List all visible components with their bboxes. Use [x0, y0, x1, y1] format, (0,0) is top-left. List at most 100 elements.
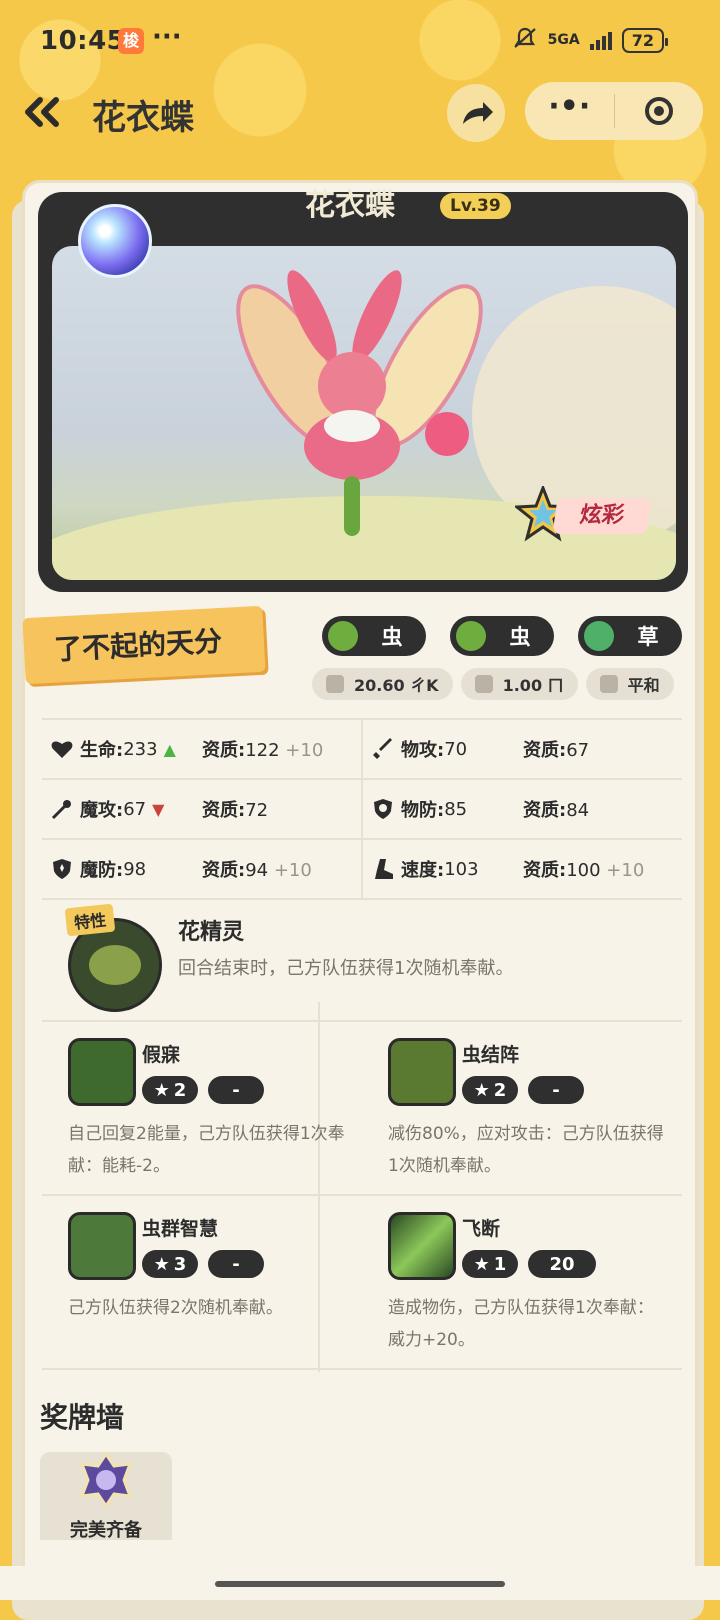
aptitude: 资质:94 +10	[202, 860, 312, 881]
sword-icon	[371, 737, 395, 761]
type-list: 虫 虫 草	[322, 616, 682, 656]
stat-value: 98	[123, 858, 147, 880]
stat-value: 103	[444, 858, 479, 880]
decrease-arrow-icon: ▼	[152, 799, 165, 819]
stat-value: 233	[123, 738, 158, 760]
stat-name: 魔防:	[80, 860, 124, 881]
home-indicator[interactable]	[215, 1581, 505, 1587]
page-title: 花衣蝶	[92, 98, 194, 138]
star-icon: ★	[473, 1253, 490, 1275]
network-label: 5GA	[547, 32, 580, 48]
stat-row: 魔攻: 67 ▼ 资质:72 物防: 85 资质:84	[42, 778, 682, 838]
back-button[interactable]	[20, 92, 70, 132]
medal-badge-icon	[79, 1452, 133, 1508]
weight-value: 20.60 ㄔK	[354, 676, 439, 695]
star-icon: ★	[153, 1079, 170, 1101]
stat-physical-defense: 物防: 85 资质:84	[363, 780, 682, 838]
stat-name: 速度:	[401, 860, 445, 881]
swarm-wisdom-skill-icon	[68, 1212, 136, 1280]
stat-hp: 生命: 233 ▲ 资质:122 +10	[42, 720, 363, 778]
status-bar: 10:45 梭 ··· 5GA 72	[0, 0, 720, 80]
slash-skill-icon	[388, 1212, 456, 1280]
boot-icon	[371, 857, 395, 881]
aptitude-bonus: +10	[273, 860, 312, 881]
status-time: 10:45	[40, 26, 126, 56]
ruler-icon	[474, 675, 493, 693]
heart-icon	[50, 737, 74, 761]
skill-power: -	[208, 1250, 264, 1278]
stat-physical-attack: 物攻: 70 资质:67	[363, 720, 682, 778]
target-icon	[644, 97, 673, 125]
share-button[interactable]	[447, 84, 505, 142]
medal-wall-title: 奖牌墙	[40, 1401, 125, 1434]
stat-name: 物防:	[401, 800, 445, 821]
aptitude: 资质:100 +10	[523, 860, 645, 881]
star-icon: ★	[473, 1079, 490, 1101]
signal-icon	[589, 30, 612, 50]
skill-card[interactable]: 飞断 ★ 1 20 造成物伤，己方队伍获得1次奉献：威力+20。	[362, 1196, 682, 1368]
skill-cost: ★ 2	[462, 1076, 518, 1104]
nature-value: 平和	[627, 676, 660, 695]
increase-arrow-icon: ▲	[163, 739, 176, 759]
stats-table: 生命: 233 ▲ 资质:122 +10 物攻: 70 资质:67 魔攻: 67 ▼ …	[42, 718, 682, 900]
stat-value: 67	[123, 798, 147, 820]
talent-banner: 了不起的天分	[22, 605, 266, 685]
stat-name: 生命:	[80, 740, 124, 761]
stat-speed: 速度: 103 资质:100 +10	[363, 840, 682, 898]
type-badge-grass: 草	[578, 616, 682, 656]
medal-card[interactable]: 完美齐备	[40, 1452, 172, 1540]
more-menu-button[interactable]: ·•·	[525, 82, 614, 140]
skill-power: -	[208, 1076, 264, 1104]
stat-magic-defense: 魔防: 98 资质:94 +10	[42, 840, 363, 898]
type-label: 虫	[381, 625, 403, 649]
skill-description: 造成物伤，己方队伍获得1次奉献：威力+20。	[388, 1298, 654, 1350]
skill-power: 20	[528, 1250, 596, 1278]
aptitude: 资质:72	[202, 800, 269, 821]
skill-name: 虫群智慧	[142, 1218, 219, 1240]
skill-stats: ★ 1 20	[462, 1250, 596, 1278]
star-icon	[599, 675, 618, 693]
skill-card[interactable]: 虫群智慧 ★ 3 - 己方队伍获得2次随机奉献。	[42, 1196, 362, 1368]
type-label: 虫	[509, 625, 531, 649]
skill-description: 自己回复2能量，己方队伍获得1次奉献：能耗-2。	[68, 1124, 345, 1176]
aptitude: 资质:67	[523, 740, 590, 761]
trait-name: 花精灵	[178, 920, 245, 945]
nature-pill: 平和	[585, 668, 674, 700]
shiny-badge: 炫彩	[515, 486, 653, 542]
skill-name: 假寐	[142, 1044, 181, 1066]
height-pill: 1.00 ㄇ	[460, 668, 578, 700]
skill-power: -	[528, 1076, 584, 1104]
weight-pill: 20.60 ㄔK	[312, 668, 453, 700]
weight-icon	[326, 675, 344, 693]
crystal-gem-icon	[78, 204, 152, 278]
skill-cost: ★ 2	[142, 1076, 198, 1104]
star-icon: ★	[153, 1253, 170, 1275]
stat-name: 魔攻:	[80, 800, 124, 821]
stat-name: 物攻:	[401, 740, 445, 761]
bug-icon	[456, 621, 486, 651]
aptitude-bonus: +10	[285, 740, 324, 761]
app-notification-icon: 梭	[118, 28, 144, 54]
bug-icon	[328, 621, 358, 651]
skill-card[interactable]: 假寐 ★ 2 - 自己回复2能量，己方队伍获得1次奉献：能耗-2。	[42, 1022, 362, 1194]
trait-description: 回合结束时，己方队伍获得1次随机奉献。	[178, 958, 514, 979]
trait-tag: 特性	[64, 903, 116, 937]
height-value: 1.00 ㄇ	[502, 676, 564, 695]
aptitude: 资质:122 +10	[202, 740, 324, 761]
skill-description: 减伤80%，应对攻击：己方队伍获得1次随机奉献。	[388, 1124, 664, 1176]
type-badge-bug: 虫	[450, 616, 554, 656]
skill-cost: ★ 3	[142, 1250, 198, 1278]
skill-name: 虫结阵	[462, 1044, 520, 1066]
skill-name: 飞断	[462, 1218, 501, 1240]
shield-icon	[371, 797, 395, 821]
mini-program-capsule: ·•·	[525, 82, 703, 140]
mute-icon	[512, 26, 538, 54]
stat-value: 85	[444, 798, 468, 820]
skill-card[interactable]: 虫结阵 ★ 2 - 减伤80%，应对攻击：己方队伍获得1次随机奉献。	[362, 1022, 682, 1194]
close-mini-program-button[interactable]	[615, 82, 704, 140]
type-label: 草	[637, 625, 659, 649]
share-arrow-icon	[463, 102, 493, 124]
bug-formation-skill-icon	[388, 1038, 456, 1106]
medal-label: 完美齐备	[70, 1520, 142, 1540]
skill-stats: ★ 2 -	[462, 1076, 584, 1104]
